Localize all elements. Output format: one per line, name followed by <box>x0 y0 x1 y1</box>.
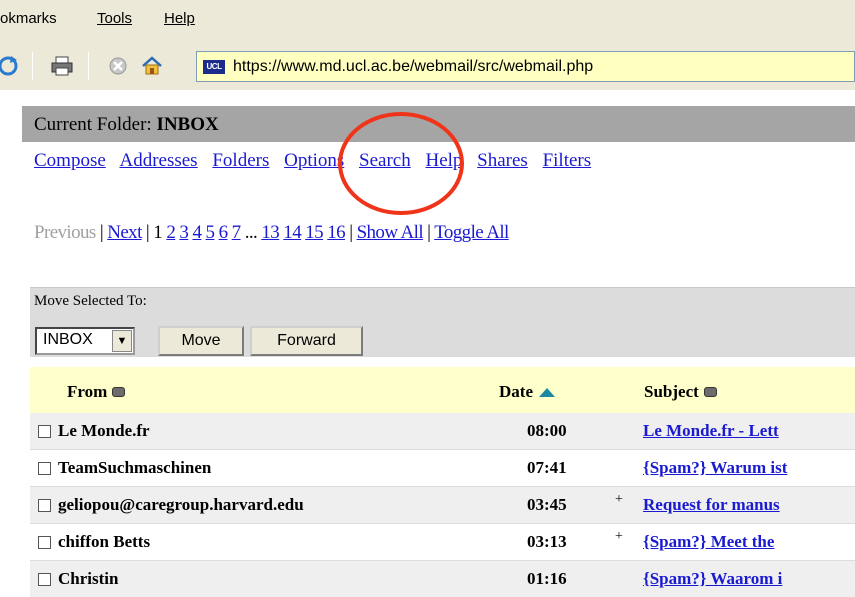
message-subject[interactable]: {Spam?} Waarom i <box>643 569 782 589</box>
nav-shares[interactable]: Shares <box>477 150 528 171</box>
page-ellipsis: ... <box>244 222 258 243</box>
message-subject[interactable]: Request for manus <box>643 495 780 515</box>
message-checkbox[interactable] <box>38 536 51 549</box>
move-folder-select[interactable]: INBOX ▼ <box>35 327 135 355</box>
message-row[interactable]: Christin 01:16 {Spam?} Waarom i <box>30 561 855 597</box>
paginator: Previous | Next | 1 2 3 4 5 6 7 ... 13 1… <box>34 222 509 243</box>
menu-help-label: Help <box>164 10 195 27</box>
page-link[interactable]: 14 <box>283 222 301 243</box>
move-panel: Move Selected To: INBOX ▼ Move Forward <box>30 287 855 357</box>
nav-filters[interactable]: Filters <box>543 150 592 171</box>
home-icon[interactable] <box>140 55 164 77</box>
next-link[interactable]: Next <box>107 222 142 243</box>
previous-link: Previous <box>34 222 96 243</box>
menu-tools-label: Tools <box>97 10 133 27</box>
address-url: https://www.md.ucl.ac.be/webmail/src/web… <box>233 57 594 75</box>
page-link[interactable]: 2 <box>166 222 176 243</box>
webmail-nav: Compose Addresses Folders Options Search… <box>34 150 601 172</box>
sort-toggle-icon[interactable] <box>703 387 717 397</box>
message-checkbox[interactable] <box>38 462 51 475</box>
sort-ascending-icon[interactable] <box>538 387 555 397</box>
menu-help[interactable]: Help <box>164 10 195 27</box>
current-page: 1 <box>153 222 163 243</box>
message-from: Christin <box>58 569 119 588</box>
current-folder-name: INBOX <box>156 114 219 135</box>
message-from: Le Monde.fr <box>58 421 150 440</box>
move-folder-value: INBOX <box>43 331 93 348</box>
annotation-circle <box>338 112 464 215</box>
page-link[interactable]: 6 <box>219 222 229 243</box>
page-link[interactable]: 7 <box>232 222 242 243</box>
message-flag: + <box>615 492 623 507</box>
message-subject[interactable]: Le Monde.fr - Lett <box>643 421 779 441</box>
message-date: 01:16 <box>527 569 567 588</box>
message-from: chiffon Betts <box>58 532 151 551</box>
column-from[interactable]: From <box>67 382 126 402</box>
nav-compose[interactable]: Compose <box>34 150 106 171</box>
move-button[interactable]: Move <box>158 326 244 356</box>
nav-folders[interactable]: Folders <box>212 150 269 171</box>
message-date: 08:00 <box>527 421 567 440</box>
message-row[interactable]: Le Monde.fr 08:00 Le Monde.fr - Lett <box>30 413 855 450</box>
forward-button[interactable]: Forward <box>250 326 363 356</box>
page-link[interactable]: 13 <box>261 222 279 243</box>
toggle-all-link[interactable]: Toggle All <box>434 222 509 243</box>
toolbar-separator <box>88 52 89 80</box>
current-folder-label: Current Folder: <box>34 114 152 135</box>
message-flag: + <box>615 529 623 544</box>
nav-options[interactable]: Options <box>284 150 344 171</box>
column-subject-label: Subject <box>644 382 699 401</box>
address-bar[interactable]: UCL https://www.md.ucl.ac.be/webmail/src… <box>196 51 855 82</box>
move-label: Move Selected To: <box>34 293 147 309</box>
message-date: 03:13 <box>527 532 567 551</box>
stop-icon[interactable] <box>106 55 130 77</box>
message-date: 07:41 <box>527 458 567 477</box>
menu-bookmarks[interactable]: okmarks <box>0 10 57 27</box>
message-list: From Date Subject Le Monde.fr 08:00 Le M… <box>30 367 855 597</box>
message-row[interactable]: chiffon Betts 03:13 + {Spam?} Meet the <box>30 524 855 561</box>
column-subject[interactable]: Subject <box>644 382 717 402</box>
toolbar-separator <box>32 52 33 80</box>
message-subject[interactable]: {Spam?} Warum ist <box>643 458 787 478</box>
show-all-link[interactable]: Show All <box>357 222 424 243</box>
page-link[interactable]: 5 <box>206 222 216 243</box>
message-row[interactable]: geliopou@caregroup.harvard.edu 03:45 + R… <box>30 487 855 524</box>
browser-menubar: okmarks Tools Help <box>0 0 855 42</box>
message-checkbox[interactable] <box>38 573 51 586</box>
column-date-label: Date <box>499 382 533 401</box>
message-list-header: From Date Subject <box>30 367 855 413</box>
message-from: TeamSuchmaschinen <box>58 458 212 477</box>
nav-addresses[interactable]: Addresses <box>119 150 197 171</box>
message-from: geliopou@caregroup.harvard.edu <box>58 495 304 514</box>
dropdown-arrow-icon[interactable]: ▼ <box>112 330 132 352</box>
print-icon[interactable] <box>50 55 74 77</box>
menu-tools[interactable]: Tools <box>97 10 132 27</box>
message-subject[interactable]: {Spam?} Meet the <box>643 532 774 552</box>
message-checkbox[interactable] <box>38 499 51 512</box>
page-link[interactable]: 15 <box>305 222 323 243</box>
browser-toolbar: UCL https://www.md.ucl.ac.be/webmail/src… <box>0 42 855 90</box>
message-row[interactable]: TeamSuchmaschinen 07:41 {Spam?} Warum is… <box>30 450 855 487</box>
page-link[interactable]: 16 <box>327 222 345 243</box>
column-from-label: From <box>67 382 108 401</box>
message-date: 03:45 <box>527 495 567 514</box>
page-link[interactable]: 3 <box>179 222 189 243</box>
sort-toggle-icon[interactable] <box>112 387 126 397</box>
page-link[interactable]: 4 <box>192 222 202 243</box>
message-checkbox[interactable] <box>38 425 51 438</box>
site-badge-icon: UCL <box>203 59 225 74</box>
column-date[interactable]: Date <box>499 382 555 402</box>
refresh-icon[interactable] <box>0 55 20 77</box>
